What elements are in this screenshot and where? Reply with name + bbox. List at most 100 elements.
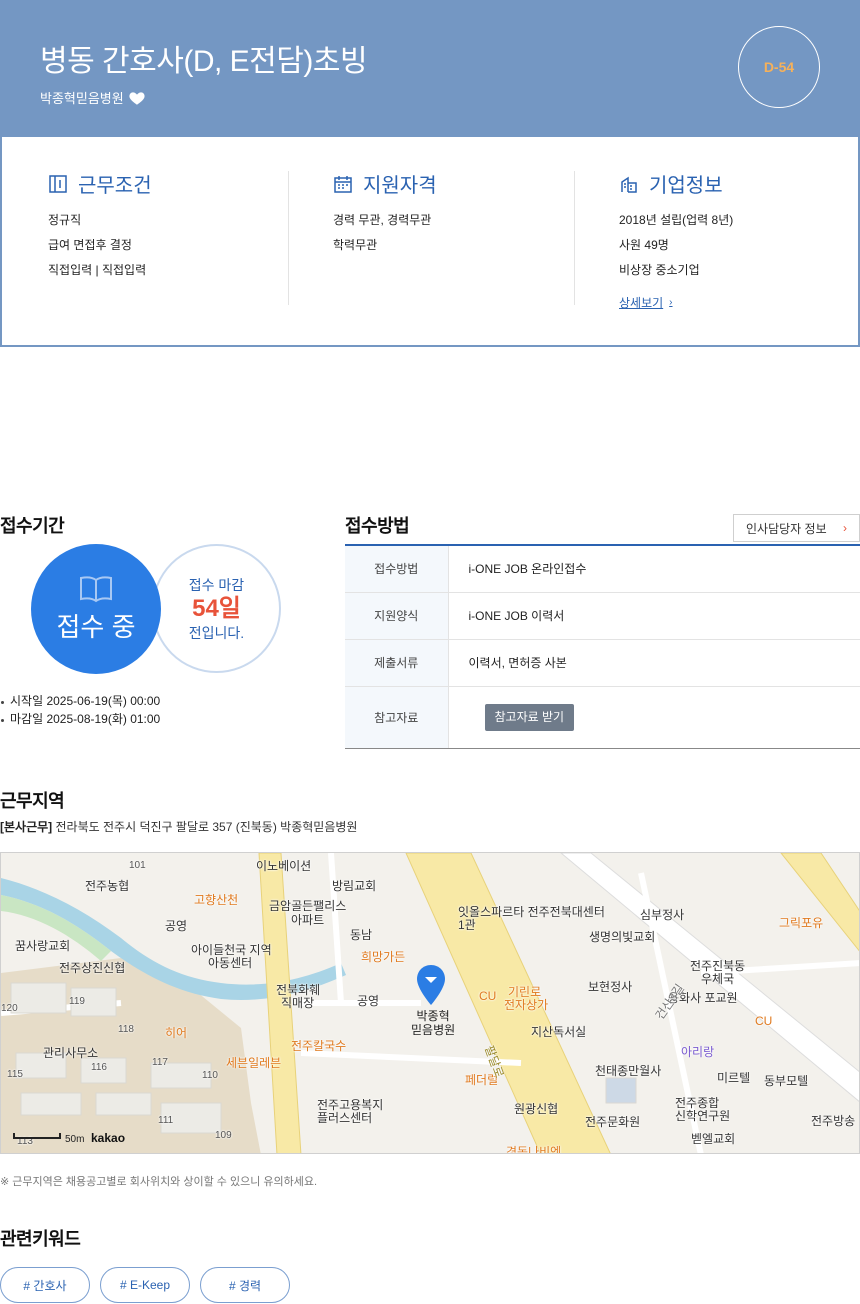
company-employees: 사원 49명 bbox=[619, 238, 669, 252]
map-place-label[interactable]: 지산독서실 bbox=[531, 1023, 586, 1040]
map-place-label[interactable]: 미르텔 bbox=[717, 1069, 750, 1086]
table-row: 제출서류 이력서, 면허증 사본 bbox=[345, 639, 860, 687]
map-place-label[interactable]: 전주방송 bbox=[811, 1112, 855, 1129]
map-place-label[interactable]: 벧엘교회 bbox=[691, 1130, 735, 1147]
map-place-label[interactable]: 잇올스파르타 전주전북대센터 bbox=[458, 903, 605, 920]
map-place-label[interactable]: 플러스센터 bbox=[317, 1109, 372, 1126]
reference-cell: 참고자료 받기 bbox=[448, 686, 860, 749]
location-notice: ※ 근무지역은 채용공고별로 회사위치와 상이할 수 있으니 유의하세요. bbox=[0, 1176, 318, 1188]
map-place-label[interactable]: 직매장 bbox=[281, 994, 314, 1011]
map-place-label[interactable]: 111 bbox=[158, 1115, 173, 1126]
map-place-label[interactable]: 꿈사랑교회 bbox=[15, 937, 70, 954]
map-place-label[interactable]: 심부정사 bbox=[640, 906, 684, 923]
condition-salary: 급여 면접후 결정 bbox=[48, 238, 132, 252]
map-place-label[interactable]: 세븐일레븐 bbox=[226, 1054, 281, 1071]
keyword-tag[interactable]: # E-Keep bbox=[100, 1267, 190, 1303]
map-place-label[interactable]: 전주상진신협 bbox=[59, 959, 125, 976]
map-place-label[interactable]: 전주농협 bbox=[85, 877, 129, 894]
map-place-label[interactable]: 117 bbox=[152, 1057, 168, 1068]
map-place-label[interactable]: 경동나비엔 bbox=[506, 1143, 561, 1153]
location-pin[interactable] bbox=[417, 965, 445, 1010]
pin-label-line2: 믿음병원 bbox=[411, 1023, 456, 1037]
map-place-label[interactable]: 원광신협 bbox=[514, 1100, 558, 1117]
map-place-label[interactable]: 전자상가 bbox=[504, 996, 548, 1013]
map-place-label[interactable]: 116 bbox=[91, 1062, 107, 1073]
map-place-label[interactable]: 희망가든 bbox=[361, 948, 405, 965]
keyword-tag[interactable]: # 경력 bbox=[200, 1267, 290, 1303]
map-place-label[interactable]: 신학연구원 bbox=[675, 1107, 730, 1124]
scale-label: 50m bbox=[65, 1134, 85, 1145]
hr-contact-button[interactable]: 인사담당자 정보 › bbox=[733, 514, 860, 542]
calendar-icon bbox=[334, 175, 352, 193]
map-place-label[interactable]: 천태종만월사 bbox=[595, 1062, 661, 1079]
work-conditions-heading: 근무조건 bbox=[48, 169, 152, 198]
map-place-label[interactable]: 생명의빛교회 bbox=[589, 928, 655, 945]
map-place-label[interactable]: 동부모텔 bbox=[764, 1072, 808, 1089]
map-place-label[interactable]: 그릭포유 bbox=[779, 914, 823, 931]
divider bbox=[574, 171, 575, 305]
pin-label: 박종혁 믿음병원 bbox=[411, 1009, 455, 1037]
company-name[interactable]: 박종혁믿음병원 bbox=[40, 88, 146, 107]
map-place-label[interactable]: 우체국 bbox=[701, 970, 734, 987]
map-place-label[interactable]: 방림교회 bbox=[332, 877, 376, 894]
documents-key: 제출서류 bbox=[345, 639, 449, 687]
map-place-label[interactable]: CU bbox=[755, 1014, 772, 1028]
address-text: 전라북도 전주시 덕진구 팔달로 357 (진북동) 박종혁믿음병원 bbox=[55, 820, 358, 834]
map-place-label[interactable]: 101 bbox=[129, 860, 146, 871]
heart-icon[interactable] bbox=[128, 89, 146, 107]
method-key: 접수방법 bbox=[345, 545, 449, 593]
map-place-label[interactable]: 이노베이션 bbox=[256, 857, 311, 874]
address: [본사근무] 전라북도 전주시 덕진구 팔달로 357 (진북동) 박종혁믿음병… bbox=[0, 818, 357, 835]
book-icon bbox=[80, 575, 112, 602]
qualifications: 지원자격 경력 무관, 경력무관 학력무관 bbox=[333, 169, 437, 258]
keywords-title: 관련키워드 bbox=[0, 1229, 81, 1249]
map-place-label[interactable]: 110 bbox=[202, 1070, 218, 1081]
qualifications-title: 지원자격 bbox=[363, 175, 437, 197]
map-place-label[interactable]: 전주문화원 bbox=[585, 1113, 640, 1130]
road-ne bbox=[780, 853, 859, 952]
map-place-label[interactable]: 공영 bbox=[357, 992, 379, 1009]
documents-value: 이력서, 면허증 사본 bbox=[448, 639, 860, 687]
map-place-label[interactable]: 아리랑 bbox=[681, 1043, 714, 1060]
deadline-days: 54일 bbox=[192, 594, 241, 622]
deadline-prefix: 접수 마감 bbox=[188, 576, 245, 593]
map-place-label[interactable]: 히어 bbox=[165, 1024, 187, 1041]
pin-label-line1: 박종혁 bbox=[416, 1009, 450, 1023]
map-place-label[interactable]: CU bbox=[479, 989, 496, 1003]
form-key: 지원양식 bbox=[345, 592, 449, 640]
map-place-label[interactable]: 1관 bbox=[458, 916, 476, 933]
map-place-label[interactable]: 공영 bbox=[165, 917, 187, 934]
company-detail-label: 상세보기 bbox=[619, 296, 664, 310]
method-table: 접수방법 i-ONE JOB 온라인접수 지원양식 i-ONE JOB 이력서 … bbox=[345, 544, 860, 749]
map-place-label[interactable]: 전주칼국수 bbox=[291, 1037, 346, 1054]
dday-badge: D-54 bbox=[738, 26, 820, 108]
map-place-label[interactable]: 아동센터 bbox=[208, 954, 252, 971]
map-pin-icon bbox=[417, 965, 445, 1005]
map-place-label[interactable]: 고향산천 bbox=[194, 891, 238, 908]
hr-contact-label: 인사담당자 정보 bbox=[746, 521, 827, 536]
status-circle: 접수 중 bbox=[31, 544, 161, 674]
building-icon bbox=[621, 176, 637, 193]
map-place-label[interactable]: 아파트 bbox=[291, 911, 324, 928]
company-name-label: 박종혁믿음병원 bbox=[40, 91, 124, 106]
period-dates: 시작일 2025-06-19(목) 00:00 마감일 2025-08-19(화… bbox=[0, 692, 160, 728]
map-place-label[interactable]: 관리사무소 bbox=[43, 1044, 98, 1061]
map-place-label[interactable]: 동남 bbox=[350, 926, 372, 943]
job-header: 병동 간호사(D, E전담)초빙 박종혁믿음병원 D-54 bbox=[0, 0, 860, 137]
condition-schedule: 직접입력 | 직접입력 bbox=[48, 263, 147, 277]
work-conditions-title: 근무조건 bbox=[78, 175, 152, 197]
map-place-label[interactable]: 115 bbox=[7, 1069, 23, 1080]
company-founded: 2018년 설립(업력 8년) bbox=[619, 213, 734, 227]
reference-download-button[interactable]: 참고자료 받기 bbox=[484, 703, 575, 731]
company-info: 기업정보 2018년 설립(업력 8년) 사원 49명 비상장 중소기업 상세보… bbox=[619, 169, 733, 312]
map-place-label[interactable]: 118 bbox=[118, 1024, 134, 1035]
map-place-label[interactable]: 120 bbox=[1, 1003, 18, 1014]
map-place-label[interactable]: 109 bbox=[215, 1130, 232, 1141]
map-place-label[interactable]: 보현정사 bbox=[588, 978, 632, 995]
location-map[interactable]: 이노베이션 방림교회 전주농협 고향산천 금암골든팰리스 아파트 공영 동남 잇올스파르타 전주… bbox=[0, 852, 860, 1154]
qualification-career: 경력 무관, 경력무관 bbox=[333, 213, 432, 227]
keyword-tag[interactable]: # 간호사 bbox=[0, 1267, 90, 1303]
company-detail-link[interactable]: 상세보기 › bbox=[619, 294, 673, 311]
qualifications-heading: 지원자격 bbox=[333, 169, 437, 198]
map-place-label[interactable]: 119 bbox=[69, 996, 85, 1007]
